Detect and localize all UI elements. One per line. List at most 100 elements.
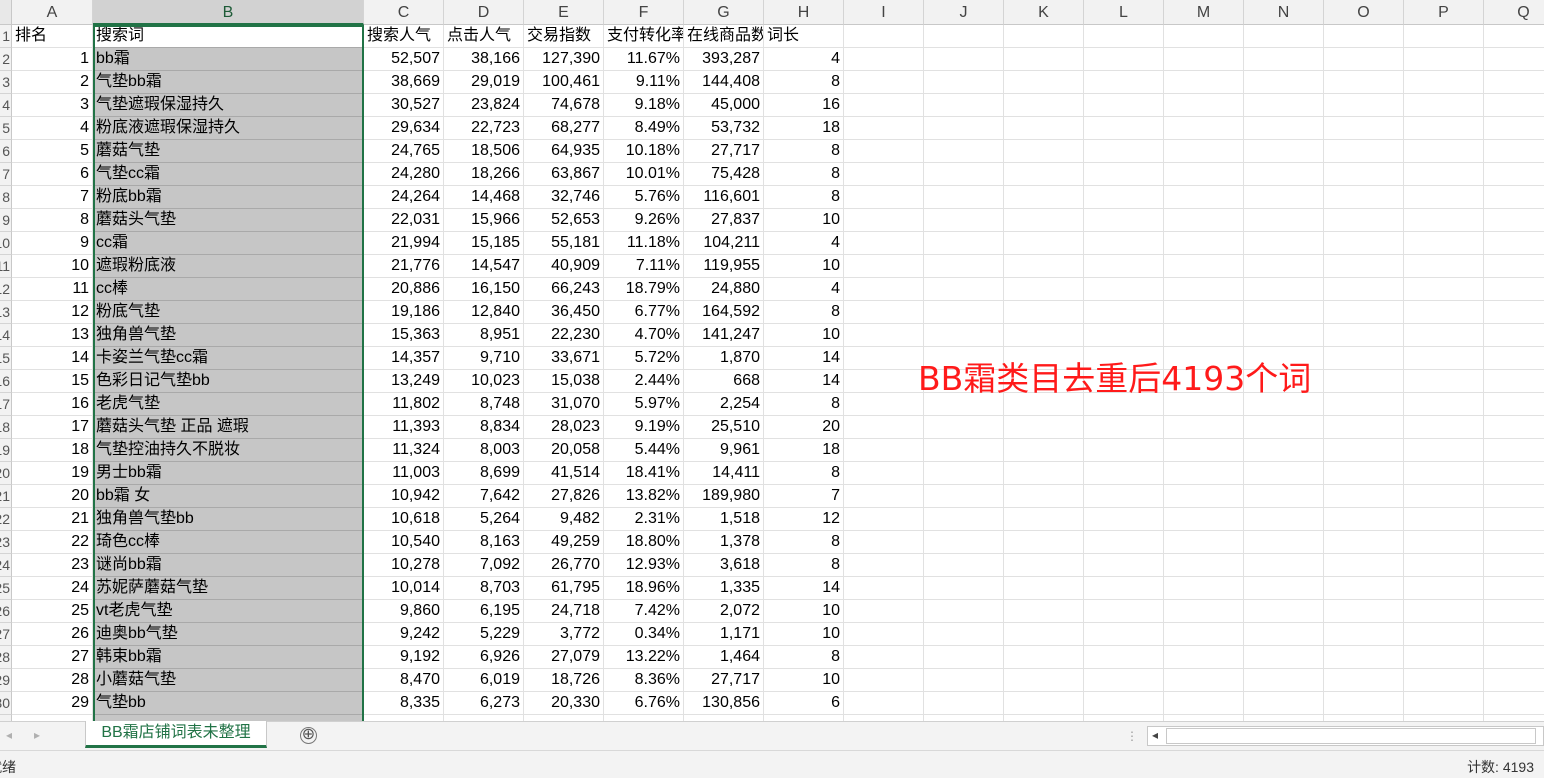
table-cell[interactable]: 1,171 bbox=[684, 623, 764, 646]
empty-cell[interactable] bbox=[1164, 669, 1244, 692]
table-cell[interactable]: 26,770 bbox=[524, 554, 604, 577]
empty-cell[interactable] bbox=[924, 94, 1004, 117]
row-header[interactable]: 10 bbox=[0, 232, 12, 255]
table-cell[interactable]: 27,079 bbox=[524, 646, 604, 669]
table-cell[interactable]: 30,527 bbox=[364, 94, 444, 117]
table-cell[interactable]: 8 bbox=[764, 393, 844, 416]
empty-cell[interactable] bbox=[844, 416, 924, 439]
empty-cell[interactable] bbox=[1324, 485, 1404, 508]
table-cell[interactable]: 32,746 bbox=[524, 186, 604, 209]
row-header[interactable]: 21 bbox=[0, 485, 12, 508]
empty-cell[interactable] bbox=[1404, 347, 1484, 370]
empty-cell[interactable] bbox=[1164, 140, 1244, 163]
empty-cell[interactable] bbox=[1244, 416, 1324, 439]
column-header[interactable]: O bbox=[1324, 0, 1404, 25]
empty-cell[interactable] bbox=[1484, 462, 1544, 485]
table-cell[interactable]: 668 bbox=[684, 370, 764, 393]
empty-cell[interactable] bbox=[1084, 439, 1164, 462]
empty-cell[interactable] bbox=[844, 393, 924, 416]
table-cell[interactable]: 8 bbox=[764, 186, 844, 209]
table-cell[interactable]: 6,019 bbox=[444, 669, 524, 692]
table-cell[interactable]: 33,671 bbox=[524, 347, 604, 370]
table-cell[interactable]: 14 bbox=[764, 370, 844, 393]
table-cell[interactable]: 6.77% bbox=[604, 301, 684, 324]
empty-cell[interactable] bbox=[1484, 646, 1544, 669]
table-cell[interactable]: 75,428 bbox=[684, 163, 764, 186]
table-cell[interactable]: bb霜 bbox=[93, 48, 364, 71]
table-cell[interactable]: cc霜 bbox=[93, 232, 364, 255]
sheet-tab-active[interactable]: BB霜店铺词表未整理 bbox=[85, 721, 267, 748]
table-cell[interactable]: 29,634 bbox=[364, 117, 444, 140]
table-cell[interactable]: 40,909 bbox=[524, 255, 604, 278]
table-cell[interactable]: bb霜 女 bbox=[93, 485, 364, 508]
table-cell[interactable]: 迪奥bb气垫 bbox=[93, 623, 364, 646]
empty-cell[interactable] bbox=[1324, 416, 1404, 439]
empty-cell[interactable] bbox=[1404, 416, 1484, 439]
empty-cell[interactable] bbox=[1324, 186, 1404, 209]
empty-cell[interactable] bbox=[1164, 186, 1244, 209]
table-cell[interactable]: 12 bbox=[764, 508, 844, 531]
table-cell[interactable]: 63,867 bbox=[524, 163, 604, 186]
empty-cell[interactable] bbox=[844, 25, 924, 48]
table-cell[interactable]: 64,935 bbox=[524, 140, 604, 163]
empty-cell[interactable] bbox=[1084, 140, 1164, 163]
empty-cell[interactable] bbox=[1324, 508, 1404, 531]
table-cell[interactable]: 韩束bb霜 bbox=[93, 646, 364, 669]
row-header[interactable]: 6 bbox=[0, 140, 12, 163]
empty-cell[interactable] bbox=[1484, 324, 1544, 347]
table-cell[interactable]: 粉底液遮瑕保湿持久 bbox=[93, 117, 364, 140]
header-cell[interactable]: 交易指数 bbox=[524, 25, 604, 48]
empty-cell[interactable] bbox=[1404, 255, 1484, 278]
table-cell[interactable]: 8,335 bbox=[364, 692, 444, 715]
table-cell[interactable]: 66,243 bbox=[524, 278, 604, 301]
table-cell[interactable]: 8 bbox=[764, 646, 844, 669]
table-cell[interactable]: 粉底bb霜 bbox=[93, 186, 364, 209]
empty-cell[interactable] bbox=[844, 577, 924, 600]
empty-cell[interactable] bbox=[844, 209, 924, 232]
table-cell[interactable]: 11 bbox=[12, 278, 93, 301]
table-cell[interactable]: 38,166 bbox=[444, 48, 524, 71]
empty-cell[interactable] bbox=[844, 439, 924, 462]
empty-cell[interactable] bbox=[1244, 646, 1324, 669]
table-cell[interactable]: 24 bbox=[12, 577, 93, 600]
table-cell[interactable]: 119,955 bbox=[684, 255, 764, 278]
empty-cell[interactable] bbox=[1484, 623, 1544, 646]
empty-cell[interactable] bbox=[1244, 117, 1324, 140]
empty-cell[interactable] bbox=[924, 48, 1004, 71]
empty-cell[interactable] bbox=[1244, 508, 1324, 531]
empty-cell[interactable] bbox=[1004, 255, 1084, 278]
empty-cell[interactable] bbox=[1244, 71, 1324, 94]
empty-cell[interactable] bbox=[1084, 278, 1164, 301]
empty-cell[interactable] bbox=[1004, 301, 1084, 324]
empty-cell[interactable] bbox=[1164, 439, 1244, 462]
empty-cell[interactable] bbox=[1404, 623, 1484, 646]
empty-cell[interactable] bbox=[1404, 94, 1484, 117]
row-header[interactable]: 18 bbox=[0, 416, 12, 439]
table-cell[interactable]: 8 bbox=[764, 554, 844, 577]
table-cell[interactable]: 2 bbox=[12, 71, 93, 94]
empty-cell[interactable] bbox=[1484, 278, 1544, 301]
table-cell[interactable]: 10,540 bbox=[364, 531, 444, 554]
row-header[interactable]: 17 bbox=[0, 393, 12, 416]
empty-cell[interactable] bbox=[924, 462, 1004, 485]
table-cell[interactable]: 22 bbox=[12, 531, 93, 554]
empty-cell[interactable] bbox=[1484, 163, 1544, 186]
empty-cell[interactable] bbox=[1084, 485, 1164, 508]
empty-cell[interactable] bbox=[1164, 232, 1244, 255]
table-cell[interactable]: 18.80% bbox=[604, 531, 684, 554]
table-cell[interactable]: 9,242 bbox=[364, 623, 444, 646]
table-cell[interactable]: 1,335 bbox=[684, 577, 764, 600]
empty-cell[interactable] bbox=[924, 209, 1004, 232]
table-cell[interactable]: 21,994 bbox=[364, 232, 444, 255]
table-cell[interactable]: 小蘑菇气垫 bbox=[93, 669, 364, 692]
table-cell[interactable]: 12 bbox=[12, 301, 93, 324]
empty-cell[interactable] bbox=[844, 370, 924, 393]
empty-cell[interactable] bbox=[1244, 301, 1324, 324]
table-cell[interactable]: 10 bbox=[764, 255, 844, 278]
table-cell[interactable]: 18 bbox=[764, 117, 844, 140]
empty-cell[interactable] bbox=[1004, 623, 1084, 646]
column-header[interactable]: L bbox=[1084, 0, 1164, 25]
table-cell[interactable]: 11.67% bbox=[604, 48, 684, 71]
empty-cell[interactable] bbox=[1084, 416, 1164, 439]
empty-cell[interactable] bbox=[1324, 48, 1404, 71]
